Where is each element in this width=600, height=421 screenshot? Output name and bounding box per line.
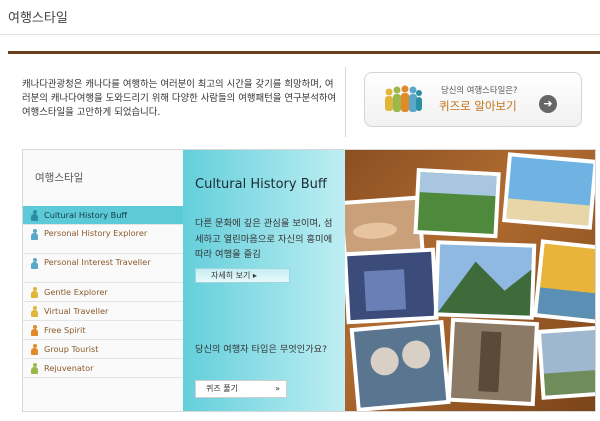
intro-divider <box>345 67 346 137</box>
section-divider <box>8 51 600 54</box>
sidebar-item-rejuvenator[interactable]: Rejuvenator <box>23 359 183 378</box>
sidebar-item-group-tourist[interactable]: Group Tourist <box>23 340 183 359</box>
photo-collage <box>338 150 595 411</box>
style-description: 다른 문화에 깊은 관심을 보이며, 섬세하고 열린마음으로 자신의 흥미에 따… <box>195 218 333 260</box>
sidebar-item-gentle-explorer[interactable]: Gentle Explorer <box>23 283 183 302</box>
person-icon <box>31 363 38 374</box>
person-icon <box>31 229 38 240</box>
take-quiz-button[interactable]: 퀴즈 풀기 » <box>195 380 287 398</box>
sidebar-item-cultural-history-buff[interactable]: Cultural History Buff <box>23 206 183 225</box>
people-group-icon <box>385 85 422 112</box>
sidebar-item-personal-history-explorer[interactable]: Personal History Explorer <box>23 225 183 254</box>
sidebar-item-label: Group Tourist <box>44 344 99 354</box>
photo-lake <box>536 325 595 400</box>
style-sidebar: 여행스타일 Cultural History Buff Personal Hist… <box>23 150 183 411</box>
details-button[interactable]: 자세히 보기 ▸ <box>195 268 290 283</box>
photo-museum <box>446 317 540 407</box>
sidebar-item-virtual-traveller[interactable]: Virtual Traveller <box>23 302 183 321</box>
photo-beach <box>502 152 595 230</box>
sidebar-item-label: Cultural History Buff <box>44 210 128 220</box>
intro-text: 캐나다관광청은 캐나다를 여행하는 여러분이 최고의 시간을 갖기를 희망하며,… <box>22 79 337 118</box>
photo-city <box>342 247 439 325</box>
style-info: Cultural History Buff 다른 문화에 깊은 관심을 보이며,… <box>183 150 345 411</box>
travel-style-panel: 여행스타일 Cultural History Buff Personal Hist… <box>22 149 596 412</box>
quiz-banner[interactable]: 당신의 여행스타일은? 퀴즈로 알아보기 ➜ <box>364 72 582 127</box>
arrow-right-icon[interactable]: ➜ <box>539 95 557 113</box>
double-chevron-icon: » <box>275 384 280 393</box>
style-title: Cultural History Buff <box>195 177 327 192</box>
sidebar-item-label: Free Spirit <box>44 325 86 335</box>
photo-garden <box>413 167 501 239</box>
sidebar-item-label: Gentle Explorer <box>44 287 108 297</box>
title-divider <box>0 34 600 35</box>
traveller-type-question: 당신의 여행자 타입은 무엇인가요? <box>195 344 327 355</box>
person-icon <box>31 287 38 298</box>
person-icon <box>31 258 38 269</box>
person-icon <box>31 210 38 221</box>
person-icon <box>31 325 38 336</box>
sidebar-item-label: Rejuvenator <box>44 363 94 373</box>
person-icon <box>31 306 38 317</box>
sidebar-title: 여행스타일 <box>35 172 84 184</box>
collage-photos <box>338 152 595 411</box>
take-quiz-label: 퀴즈 풀기 <box>206 384 238 393</box>
quiz-banner-question: 당신의 여행스타일은? <box>441 85 518 95</box>
photo-mountain <box>433 240 537 320</box>
sidebar-item-personal-interest-traveller[interactable]: Personal Interest Traveller <box>23 254 183 283</box>
sidebar-item-label: Virtual Traveller <box>44 306 109 316</box>
photo-inuit <box>349 320 451 411</box>
photo-rafting <box>532 239 595 324</box>
quiz-banner-cta[interactable]: 퀴즈로 알아보기 <box>439 98 517 114</box>
page-title: 여행스타일 <box>8 11 68 26</box>
sidebar-item-label: Personal Interest Traveller <box>44 257 151 267</box>
sidebar-item-free-spirit[interactable]: Free Spirit <box>23 321 183 340</box>
person-icon <box>31 344 38 355</box>
style-list: Cultural History Buff Personal History Ex… <box>23 206 183 378</box>
sidebar-item-label: Personal History Explorer <box>44 228 148 238</box>
